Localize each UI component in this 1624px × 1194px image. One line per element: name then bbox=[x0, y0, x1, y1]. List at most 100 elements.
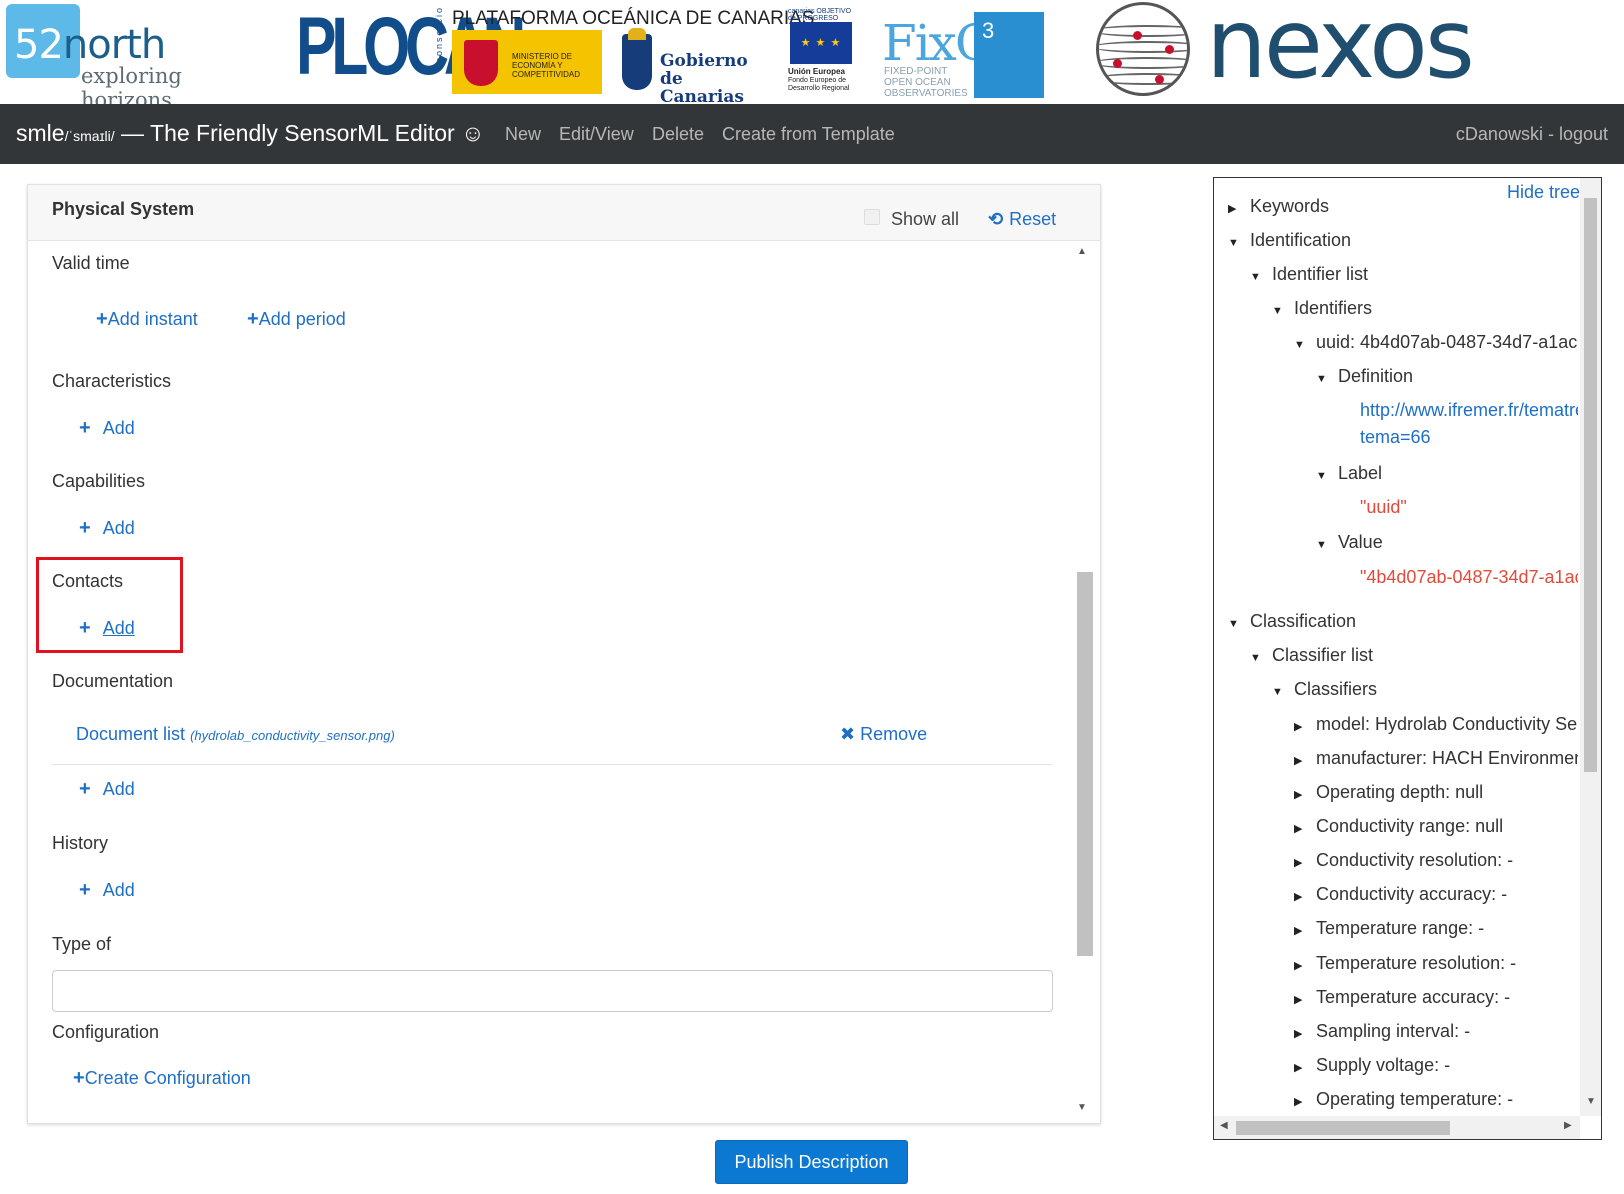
triangle-down-icon: ▼ bbox=[1316, 470, 1327, 482]
nav-delete[interactable]: Delete bbox=[652, 124, 704, 145]
tree-item-identification[interactable]: ▼ Identification bbox=[1228, 230, 1351, 251]
triangle-down-icon: ▼ bbox=[1272, 686, 1283, 698]
tree-item-temperature-accuracy[interactable]: ▶ Temperature accuracy: - bbox=[1294, 987, 1510, 1008]
scroll-up-icon[interactable]: ▲ bbox=[1077, 246, 1087, 257]
triangle-right-icon: ▶ bbox=[1294, 755, 1303, 767]
configuration-label: Configuration bbox=[52, 1022, 160, 1042]
triangle-right-icon: ▶ bbox=[1294, 1062, 1303, 1074]
add-period-link[interactable]: +Add period bbox=[247, 308, 346, 331]
tree-item-temperature-range[interactable]: ▶ Temperature range: - bbox=[1294, 918, 1484, 939]
scroll-down-icon[interactable]: ▼ bbox=[1077, 1102, 1087, 1113]
crown-icon bbox=[628, 28, 646, 40]
tree-item-sampling-interval[interactable]: ▶ Sampling interval: - bbox=[1294, 1021, 1470, 1042]
logo-banner: 52north exploring horizons PLOCAN consor… bbox=[0, 0, 1624, 112]
nav-create-from-template[interactable]: Create from Template bbox=[722, 124, 895, 145]
contacts-highlight-box bbox=[36, 557, 183, 653]
remove-document-button[interactable]: ✖ Remove bbox=[840, 724, 927, 745]
nexos-globe-icon bbox=[1096, 2, 1190, 96]
tree-item-operating-temperature[interactable]: ▶ Operating temperature: - bbox=[1294, 1089, 1513, 1110]
divider bbox=[52, 764, 1052, 765]
characteristics-label: Characteristics bbox=[52, 371, 172, 391]
type-of-label: Type of bbox=[52, 934, 112, 954]
tree-item-classifiers[interactable]: ▼ Classifiers bbox=[1272, 679, 1377, 700]
type-of-input[interactable] bbox=[52, 970, 1053, 1012]
physical-system-panel: Physical System Show all ⟲ Reset Valid ti… bbox=[27, 184, 1101, 1124]
reset-button[interactable]: ⟲ Reset bbox=[988, 209, 1056, 230]
triangle-right-icon: ▶ bbox=[1294, 789, 1303, 801]
logo-plocan-consorcio: consorcio bbox=[434, 6, 444, 63]
tree-item-supply-voltage[interactable]: ▶ Supply voltage: - bbox=[1294, 1055, 1450, 1076]
tree-item-label[interactable]: ▼ Label bbox=[1316, 463, 1382, 484]
add-instant-link[interactable]: +Add instant bbox=[96, 308, 198, 331]
document-list-link[interactable]: Document list (hydrolab_conductivity_sen… bbox=[76, 724, 395, 745]
show-all-label[interactable]: Show all bbox=[891, 209, 959, 230]
definition-link[interactable]: http://www.ifremer.fr/tematres bbox=[1360, 400, 1578, 421]
tree-item-conductivity-range[interactable]: ▶ Conductivity range: null bbox=[1294, 816, 1503, 837]
capabilities-label: Capabilities bbox=[52, 471, 146, 491]
add-capabilities-link[interactable]: + Add bbox=[79, 517, 135, 540]
tree-horizontal-scrollbar[interactable]: ◀ ▶ bbox=[1214, 1116, 1580, 1139]
publish-description-button[interactable]: Publish Description bbox=[715, 1140, 908, 1184]
definition-link-cont[interactable]: tema=66 bbox=[1360, 427, 1431, 448]
value-value: "4b4d07ab-0487-34d7-a1ac- bbox=[1360, 567, 1578, 587]
logo-nexos-word: nexos bbox=[1206, 0, 1475, 100]
tree-item-manufacturer[interactable]: ▶ manufacturer: HACH Environmental bbox=[1294, 748, 1578, 769]
add-history-link[interactable]: + Add bbox=[79, 879, 135, 902]
logo-eu-text: Unión Europea Fondo Europeo de Desarrollo… bbox=[788, 67, 850, 93]
app-brand[interactable]: smle/ˈsmaɪli/ — The Friendly SensorML Ed… bbox=[16, 120, 485, 147]
create-configuration-link[interactable]: +Create Configuration bbox=[73, 1067, 251, 1090]
scroll-down-icon[interactable]: ▼ bbox=[1586, 1096, 1596, 1107]
canarias-shield-icon bbox=[622, 28, 652, 90]
scroll-left-icon[interactable]: ◀ bbox=[1220, 1120, 1228, 1131]
tree-item-uuid[interactable]: ▼ uuid: 4b4d07ab-0487-34d7-a1ac- bbox=[1294, 332, 1578, 353]
triangle-down-icon: ▼ bbox=[1228, 618, 1239, 630]
logo-fixo-sub: FIXED-POINT OPEN OCEAN OBSERVATORIES bbox=[884, 66, 968, 99]
logo-ministerio: MINISTERIO DE ECONOMÍA Y COMPETITIVIDAD bbox=[452, 30, 602, 94]
tree-item-temperature-resolution[interactable]: ▶ Temperature resolution: - bbox=[1294, 953, 1516, 974]
panel-scrollbar-thumb[interactable] bbox=[1077, 572, 1093, 956]
navbar: smle/ˈsmaɪli/ — The Friendly SensorML Ed… bbox=[0, 104, 1624, 164]
show-all-checkbox[interactable] bbox=[864, 209, 880, 225]
triangle-right-icon: ▶ bbox=[1294, 823, 1303, 835]
tree-item-classification[interactable]: ▼ Classification bbox=[1228, 611, 1356, 632]
triangle-down-icon: ▼ bbox=[1316, 373, 1327, 385]
tree-item-conductivity-resolution[interactable]: ▶ Conductivity resolution: - bbox=[1294, 850, 1513, 871]
panel-header: Physical System Show all ⟲ Reset bbox=[28, 185, 1100, 241]
logo-gobierno-canarias: Gobierno de Canarias bbox=[622, 28, 762, 106]
tree-item-model[interactable]: ▶model: Hydrolab Conductivity Sensor bbox=[1294, 714, 1578, 735]
tree-item-definition[interactable]: ▼ Definition bbox=[1316, 366, 1413, 387]
document-file-name: (hydrolab_conductivity_sensor.png) bbox=[190, 728, 395, 743]
scroll-right-icon[interactable]: ▶ bbox=[1564, 1120, 1572, 1131]
plus-icon: + bbox=[79, 517, 91, 539]
tree-item-keywords[interactable]: ▶ Keywords bbox=[1228, 196, 1329, 217]
add-documentation-link[interactable]: + Add bbox=[79, 778, 135, 801]
label-value: "uuid" bbox=[1360, 497, 1407, 517]
nav-edit-view[interactable]: Edit/View bbox=[559, 124, 634, 145]
tree-item-value[interactable]: ▼ Value bbox=[1316, 532, 1383, 553]
logo-fixo-buoy: 3 bbox=[974, 12, 1044, 98]
add-characteristics-link[interactable]: + Add bbox=[79, 417, 135, 440]
logo-eu-top: canarias OBJETIVO de PROGRESO bbox=[788, 8, 852, 22]
plus-icon: + bbox=[79, 778, 91, 800]
nav-new[interactable]: New bbox=[505, 124, 541, 145]
panel-title: Physical System bbox=[52, 199, 195, 219]
triangle-right-icon: ▶ bbox=[1294, 1028, 1303, 1040]
tree-vertical-scrollbar[interactable]: ▼ bbox=[1580, 178, 1601, 1116]
history-label: History bbox=[52, 833, 109, 853]
plus-icon: + bbox=[79, 417, 91, 439]
tree-horizontal-scrollbar-thumb[interactable] bbox=[1236, 1121, 1450, 1135]
logo-plocan-fullname: PLATAFORMA OCEÁNICA DE CANARIAS bbox=[452, 8, 815, 29]
panel-scrollbar[interactable]: ▲ ▼ bbox=[1073, 242, 1097, 1116]
logo-52north-word: 52north bbox=[14, 22, 166, 68]
eu-flag-icon: ★ ★ ★ bbox=[790, 22, 852, 64]
triangle-right-icon: ▶ bbox=[1294, 891, 1303, 903]
tree-item-classifier-list[interactable]: ▼ Classifier list bbox=[1250, 645, 1373, 666]
user-logout-link[interactable]: cDanowski - logout bbox=[1456, 124, 1608, 145]
tree-item-identifier-list[interactable]: ▼ Identifier list bbox=[1250, 264, 1368, 285]
logo-eu: canarias OBJETIVO de PROGRESO ★ ★ ★ Unió… bbox=[788, 8, 854, 94]
tree-vertical-scrollbar-thumb[interactable] bbox=[1584, 198, 1597, 772]
tree-item-operating-depth[interactable]: ▶ Operating depth: null bbox=[1294, 782, 1483, 803]
tree-item-identifiers[interactable]: ▼ Identifiers bbox=[1272, 298, 1372, 319]
tree-item-conductivity-accuracy[interactable]: ▶ Conductivity accuracy: - bbox=[1294, 884, 1507, 905]
triangle-right-icon: ▶ bbox=[1228, 203, 1237, 215]
